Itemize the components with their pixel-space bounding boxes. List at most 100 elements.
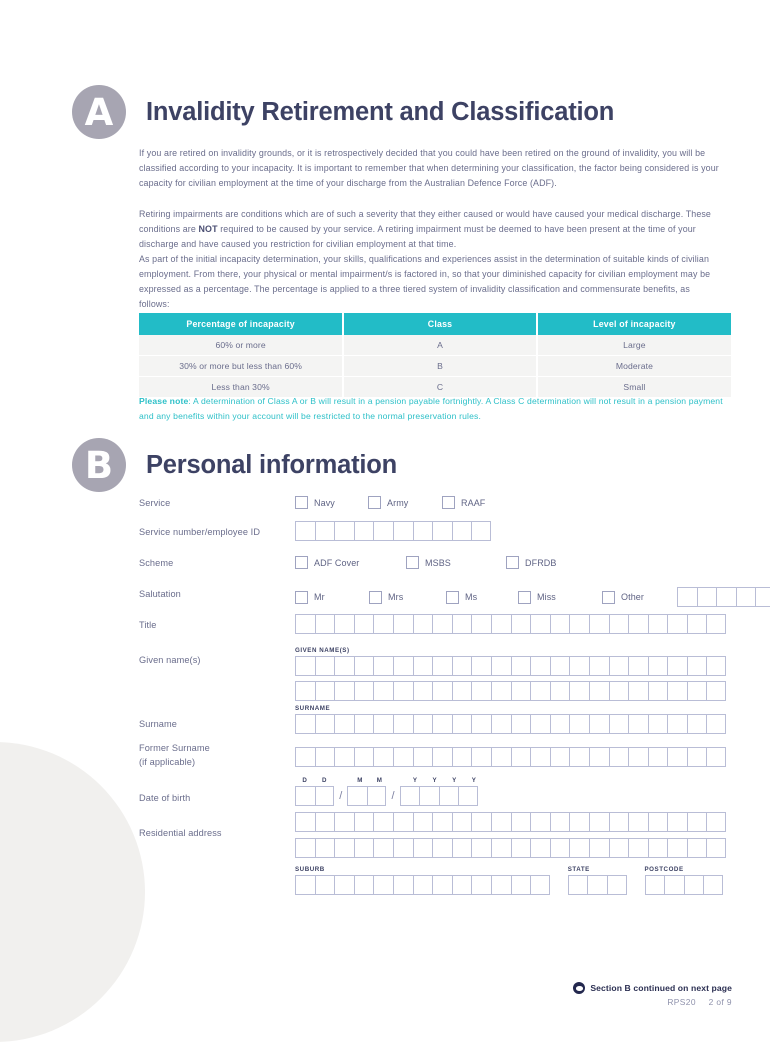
comb-cell[interactable] [490, 614, 511, 634]
comb-cell[interactable] [334, 812, 354, 832]
input-postcode[interactable] [644, 874, 723, 895]
comb-cell[interactable] [647, 747, 668, 767]
comb-cell[interactable] [432, 747, 452, 767]
comb-cell[interactable] [471, 655, 491, 676]
comb-cell[interactable] [686, 680, 707, 701]
comb-cell[interactable] [549, 655, 570, 676]
comb-cell[interactable] [334, 874, 354, 895]
comb-cell[interactable] [353, 713, 374, 734]
comb-cell[interactable] [334, 614, 354, 634]
comb-cell[interactable] [432, 874, 452, 895]
comb-cell[interactable] [628, 812, 648, 832]
comb-cell[interactable] [569, 680, 589, 701]
comb-cell[interactable] [295, 655, 315, 676]
comb-cell[interactable] [295, 785, 315, 806]
comb-cell[interactable] [295, 747, 315, 767]
comb-cell[interactable] [608, 655, 629, 676]
comb-cell[interactable] [451, 713, 472, 734]
comb-cell[interactable] [347, 785, 367, 806]
comb-cell[interactable] [373, 521, 393, 541]
input-address-line1[interactable] [295, 812, 727, 832]
comb-cell[interactable] [549, 838, 570, 858]
comb-cell[interactable] [647, 812, 668, 832]
checkbox-mr[interactable] [295, 590, 308, 604]
comb-cell[interactable] [510, 874, 531, 895]
input-address-line2[interactable] [295, 838, 727, 858]
comb-cell[interactable] [569, 655, 589, 676]
input-title[interactable] [295, 614, 727, 634]
comb-cell[interactable] [647, 614, 668, 634]
comb-cell[interactable] [471, 838, 491, 858]
comb-cell[interactable] [295, 680, 315, 701]
comb-cell[interactable] [314, 874, 335, 895]
comb-cell[interactable] [353, 680, 374, 701]
comb-cell[interactable] [608, 838, 629, 858]
checkbox-adf-cover[interactable] [295, 556, 308, 569]
comb-cell[interactable] [686, 713, 707, 734]
comb-cell[interactable] [334, 521, 354, 541]
input-suburb[interactable] [295, 874, 550, 895]
comb-cell[interactable] [647, 838, 668, 858]
comb-cell[interactable] [490, 874, 511, 895]
comb-cell[interactable] [314, 713, 335, 734]
comb-cell[interactable] [490, 680, 511, 701]
comb-cell[interactable] [353, 874, 374, 895]
comb-cell[interactable] [549, 812, 570, 832]
comb-cell[interactable] [334, 655, 354, 676]
comb-cell[interactable] [373, 655, 393, 676]
comb-cell[interactable] [490, 713, 511, 734]
comb-cell[interactable] [510, 812, 531, 832]
comb-cell[interactable] [667, 680, 687, 701]
comb-cell[interactable] [471, 874, 491, 895]
comb-cell[interactable] [392, 614, 413, 634]
comb-cell[interactable] [353, 614, 374, 634]
comb-cell[interactable] [399, 785, 420, 806]
comb-cell[interactable] [530, 838, 550, 858]
comb-cell[interactable] [706, 614, 727, 634]
comb-cell[interactable] [366, 785, 387, 806]
comb-cell[interactable] [647, 713, 668, 734]
comb-cell[interactable] [628, 614, 648, 634]
comb-cell[interactable] [530, 747, 550, 767]
input-former-surname[interactable] [295, 747, 727, 767]
comb-cell[interactable] [755, 587, 770, 607]
comb-cell[interactable] [438, 785, 459, 806]
comb-cell[interactable] [716, 587, 736, 607]
comb-cell[interactable] [392, 680, 413, 701]
comb-cell[interactable] [667, 655, 687, 676]
input-given-names-line1[interactable] [295, 655, 727, 676]
comb-cell[interactable] [451, 614, 472, 634]
comb-cell[interactable] [295, 812, 315, 832]
comb-cell[interactable] [334, 747, 354, 767]
comb-cell[interactable] [471, 747, 491, 767]
comb-cell[interactable] [432, 812, 452, 832]
comb-cell[interactable] [373, 747, 393, 767]
comb-cell[interactable] [471, 521, 491, 541]
comb-cell[interactable] [458, 785, 478, 806]
comb-cell[interactable] [412, 747, 433, 767]
comb-cell[interactable] [353, 812, 374, 832]
comb-cell[interactable] [588, 655, 609, 676]
comb-cell[interactable] [608, 614, 629, 634]
comb-cell[interactable] [471, 713, 491, 734]
comb-cell[interactable] [392, 713, 413, 734]
comb-cell[interactable] [530, 655, 550, 676]
comb-cell[interactable] [451, 521, 472, 541]
comb-cell[interactable] [432, 838, 452, 858]
comb-cell[interactable] [628, 838, 648, 858]
comb-cell[interactable] [530, 680, 550, 701]
comb-cell[interactable] [392, 812, 413, 832]
comb-cell[interactable] [314, 838, 335, 858]
comb-cell[interactable] [373, 680, 393, 701]
input-salutation-other[interactable] [677, 587, 770, 607]
comb-cell[interactable] [295, 713, 315, 734]
input-dob-month[interactable] [347, 785, 387, 806]
comb-cell[interactable] [353, 655, 374, 676]
comb-cell[interactable] [392, 747, 413, 767]
checkbox-army[interactable] [368, 496, 381, 509]
comb-cell[interactable] [647, 680, 668, 701]
comb-cell[interactable] [432, 680, 452, 701]
checkbox-dfrdb[interactable] [506, 556, 519, 569]
comb-cell[interactable] [587, 874, 607, 895]
checkbox-ms[interactable] [446, 590, 459, 604]
